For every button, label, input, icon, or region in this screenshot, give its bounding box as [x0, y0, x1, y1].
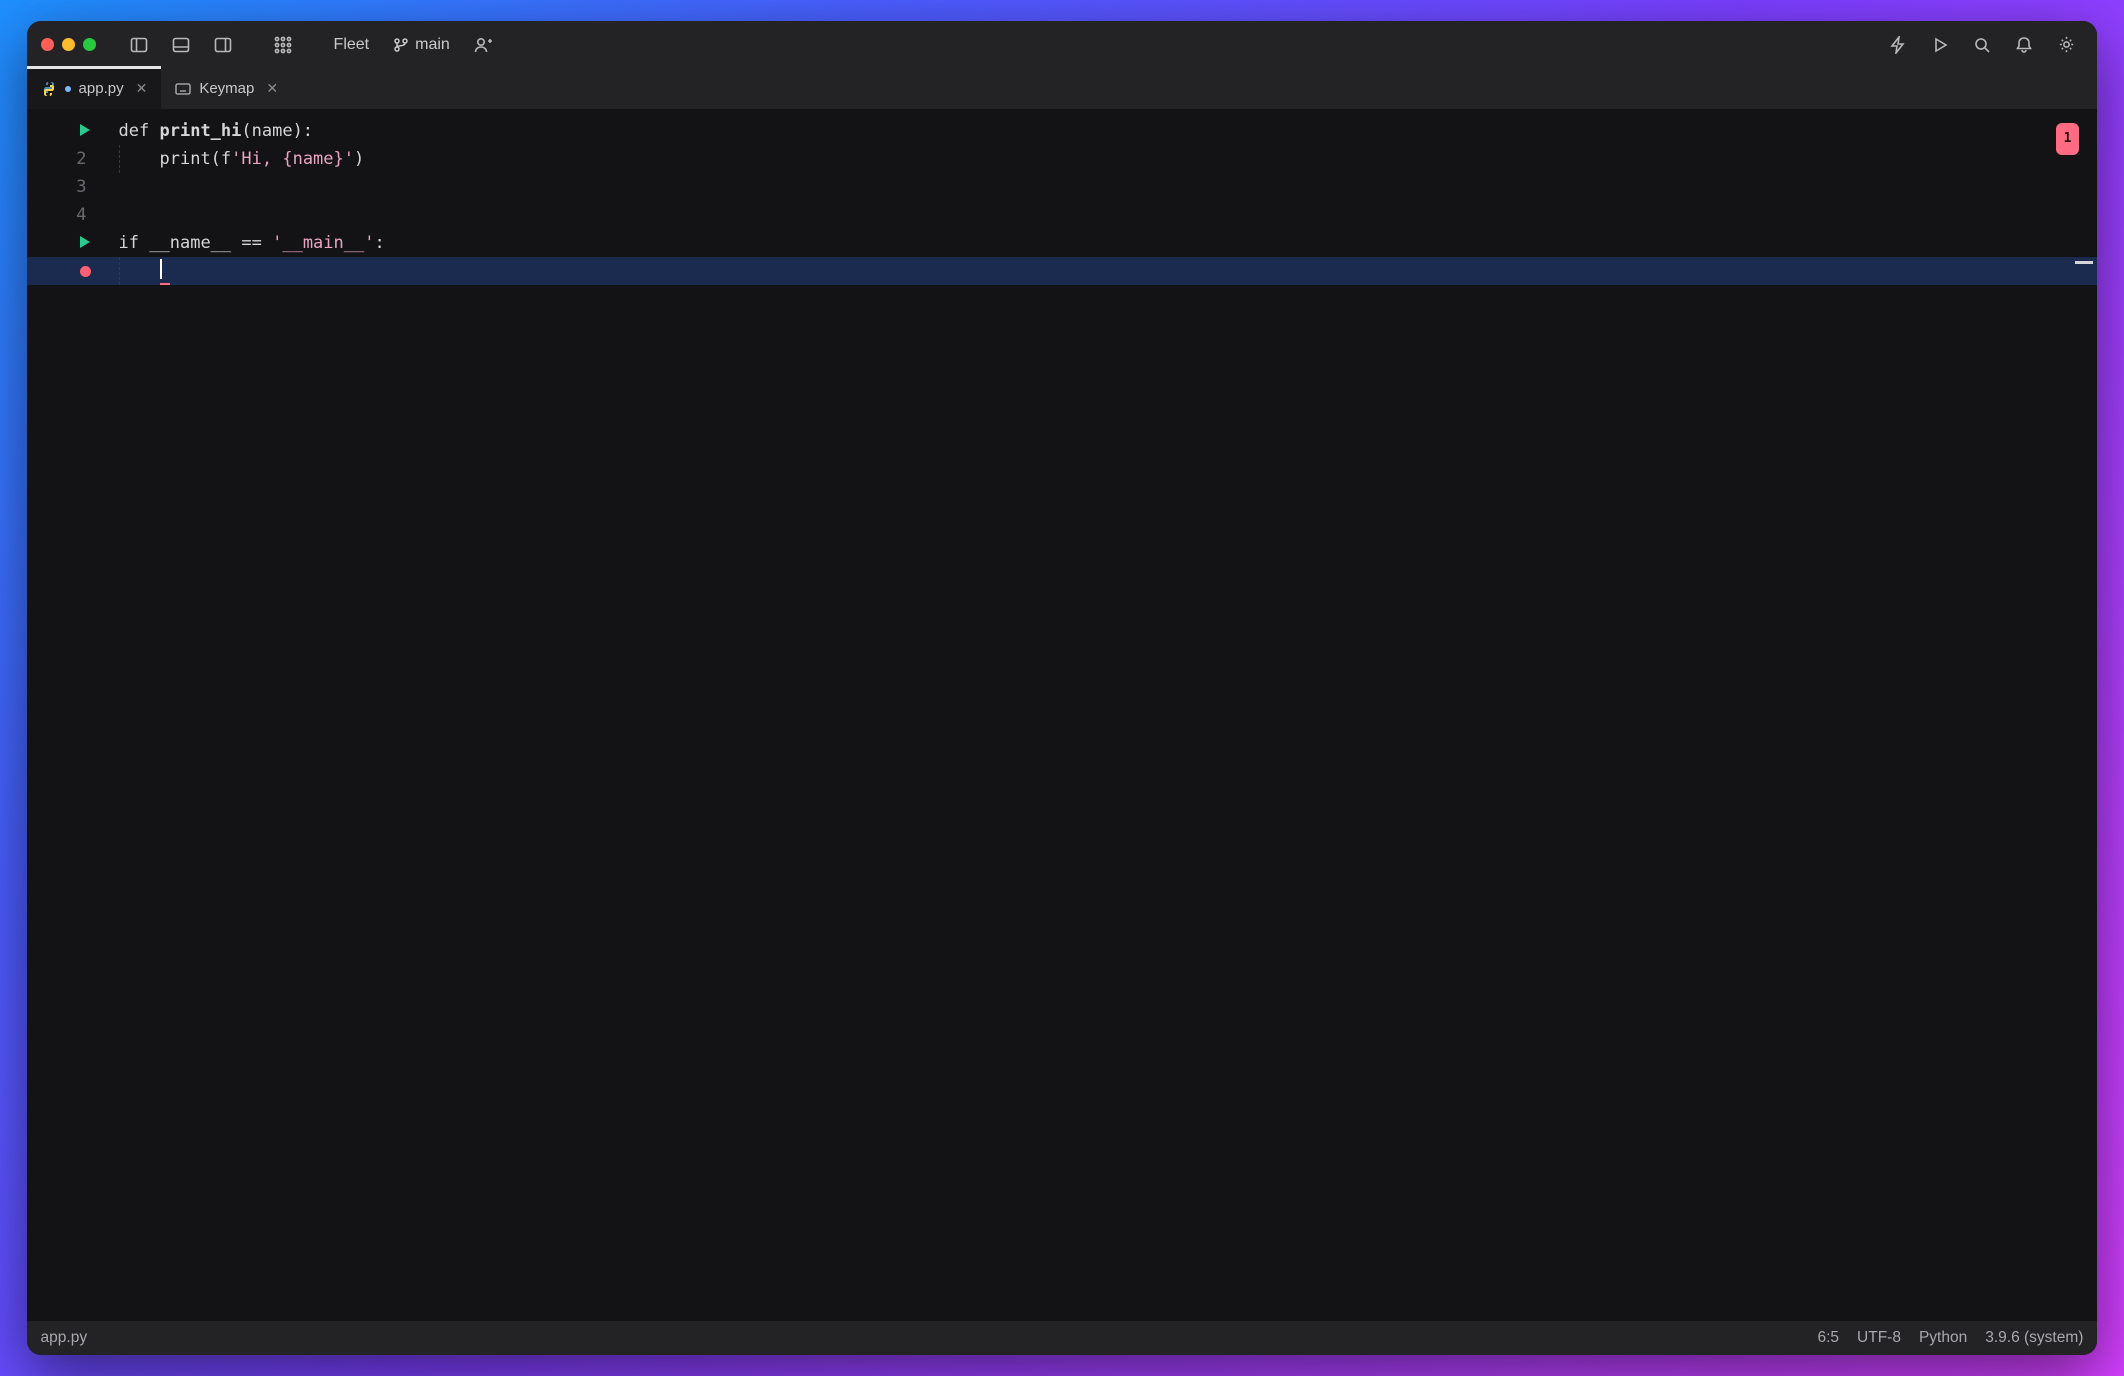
text-cursor	[160, 259, 162, 279]
branch-name: main	[415, 36, 450, 54]
code-line[interactable]: if __name__ == '__main__':	[119, 229, 2086, 257]
app-window: Fleet main	[27, 21, 2098, 1356]
status-bar: app.py 6:5 UTF-8 Python 3.9.6 (system)	[27, 1321, 2098, 1355]
gutter-line[interactable]: 4	[27, 201, 105, 229]
code-area[interactable]: def print_hi(name): print(f'Hi, {name}')…	[119, 117, 2086, 285]
python-file-icon	[41, 81, 57, 97]
tab-label: Keymap	[199, 80, 254, 97]
dirty-indicator	[65, 86, 71, 92]
run-gutter-icon[interactable]	[79, 123, 91, 137]
panel-right-icon[interactable]	[206, 28, 240, 62]
code-editor[interactable]: 2 3 4 def print_hi(name): print(f'Hi, {n…	[27, 109, 2098, 1322]
tab-app-py[interactable]: app.py ✕	[27, 69, 162, 109]
status-file[interactable]: app.py	[41, 1329, 88, 1347]
bolt-icon[interactable]	[1881, 28, 1915, 62]
gutter-line[interactable]	[27, 229, 105, 257]
titlebar: Fleet main	[27, 21, 2098, 69]
tab-label: app.py	[79, 80, 124, 97]
close-tab-icon[interactable]: ✕	[266, 80, 278, 97]
traffic-lights	[41, 38, 96, 51]
app-menu[interactable]: Fleet	[326, 36, 378, 54]
gutter-line[interactable]	[27, 257, 105, 285]
minimap-marker	[2075, 261, 2093, 264]
code-line[interactable]: def print_hi(name):	[119, 117, 2086, 145]
breakpoint-icon[interactable]	[80, 266, 91, 277]
keyboard-icon	[175, 82, 191, 96]
git-branch-selector[interactable]: main	[385, 36, 458, 54]
gutter: 2 3 4	[27, 117, 105, 285]
add-user-icon[interactable]	[466, 28, 500, 62]
gutter-line[interactable]: 2	[27, 145, 105, 173]
close-tab-icon[interactable]: ✕	[136, 80, 148, 97]
git-branch-icon	[393, 37, 409, 53]
status-language[interactable]: Python	[1919, 1329, 1967, 1347]
code-line[interactable]	[119, 257, 2086, 285]
panel-bottom-icon[interactable]	[164, 28, 198, 62]
gutter-line[interactable]	[27, 117, 105, 145]
status-runtime[interactable]: 3.9.6 (system)	[1985, 1329, 2083, 1347]
search-icon[interactable]	[1965, 28, 1999, 62]
run-play-icon[interactable]	[1923, 28, 1957, 62]
code-line[interactable]: print(f'Hi, {name}')	[119, 145, 2086, 173]
bell-icon[interactable]	[2007, 28, 2041, 62]
status-encoding[interactable]: UTF-8	[1857, 1329, 1901, 1347]
grid-icon[interactable]	[266, 28, 300, 62]
close-window-button[interactable]	[41, 38, 54, 51]
panel-left-icon[interactable]	[122, 28, 156, 62]
gutter-line[interactable]: 3	[27, 173, 105, 201]
code-line[interactable]	[119, 201, 2086, 229]
error-underline	[160, 283, 170, 285]
status-cursor-pos[interactable]: 6:5	[1817, 1329, 1839, 1347]
code-line[interactable]	[119, 173, 2086, 201]
run-gutter-icon[interactable]	[79, 235, 91, 249]
tab-keymap[interactable]: Keymap ✕	[161, 69, 292, 109]
gear-icon[interactable]	[2049, 28, 2083, 62]
error-count-badge[interactable]: 1	[2056, 123, 2080, 155]
zoom-window-button[interactable]	[83, 38, 96, 51]
minimize-window-button[interactable]	[62, 38, 75, 51]
tab-bar: app.py ✕ Keymap ✕	[27, 69, 2098, 109]
